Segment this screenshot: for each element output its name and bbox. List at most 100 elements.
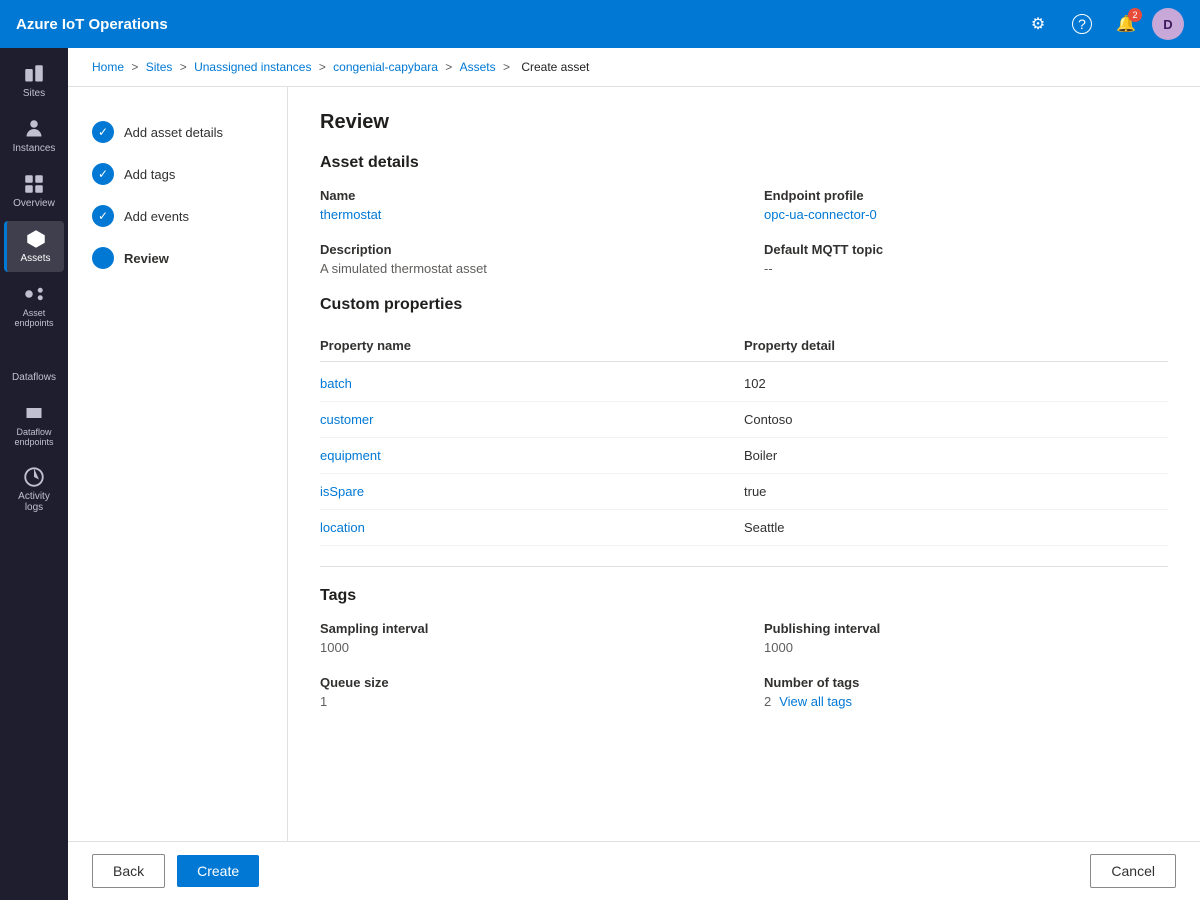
- page-body: Add asset details Add tags Add events Re…: [68, 87, 1200, 841]
- step-circle-add-tags: [92, 163, 114, 185]
- endpoint-profile-label: Endpoint profile: [764, 188, 1168, 203]
- property-name-cell: batch: [320, 376, 744, 391]
- custom-properties-rows: batch 102 customer Contoso equipment Boi…: [320, 366, 1168, 546]
- queue-size-value: 1: [320, 694, 724, 709]
- avatar-letter: D: [1163, 17, 1172, 32]
- property-detail-cell: Contoso: [744, 412, 1168, 427]
- description-label: Description: [320, 242, 724, 257]
- tags-title: Tags: [320, 587, 1168, 605]
- sidebar-item-instances[interactable]: Instances: [4, 111, 64, 162]
- sidebar-item-asset-endpoints[interactable]: Asset endpoints: [4, 276, 64, 336]
- description-field: Description A simulated thermostat asset: [320, 242, 724, 276]
- page-title: Review: [320, 111, 1168, 134]
- property-detail-cell: 102: [744, 376, 1168, 391]
- endpoint-profile-field: Endpoint profile opc-ua-connector-0: [764, 188, 1168, 222]
- sidebar-label-instances: Instances: [13, 143, 56, 154]
- queue-size-field: Queue size 1: [320, 675, 724, 709]
- notification-badge: 2: [1128, 8, 1142, 22]
- publishing-interval-label: Publishing interval: [764, 621, 1168, 636]
- table-row: customer Contoso: [320, 402, 1168, 438]
- sidebar-item-sites[interactable]: Sites: [4, 56, 64, 107]
- sidebar-label-asset-endpoints: Asset endpoints: [8, 308, 60, 328]
- review-panel: Review Asset details Name thermostat End…: [288, 87, 1200, 841]
- steps-panel: Add asset details Add tags Add events Re…: [68, 87, 288, 841]
- description-value: A simulated thermostat asset: [320, 261, 724, 276]
- number-of-tags-label: Number of tags: [764, 675, 1168, 690]
- cancel-button[interactable]: Cancel: [1090, 854, 1176, 888]
- back-button[interactable]: Back: [92, 854, 165, 888]
- property-name-header: Property name: [320, 338, 744, 353]
- sampling-interval-label: Sampling interval: [320, 621, 724, 636]
- breadcrumb-home[interactable]: Home: [92, 60, 124, 74]
- name-field: Name thermostat: [320, 188, 724, 222]
- breadcrumb-sites[interactable]: Sites: [146, 60, 173, 74]
- view-all-tags-link[interactable]: View all tags: [779, 694, 852, 709]
- nav-icons: ⚙ ? 🔔 2 D: [1020, 6, 1184, 42]
- step-add-events[interactable]: Add events: [84, 195, 271, 237]
- settings-button[interactable]: ⚙: [1020, 6, 1056, 42]
- asset-endpoints-icon: [24, 284, 44, 304]
- number-of-tags-field: Number of tags 2 View all tags: [764, 675, 1168, 709]
- property-detail-cell: true: [744, 484, 1168, 499]
- property-detail-cell: Boiler: [744, 448, 1168, 463]
- main-layout: Sites Instances Overview Assets Asset en…: [0, 48, 1200, 900]
- step-label-review: Review: [124, 251, 169, 266]
- sidebar-item-activity-logs[interactable]: Activity logs: [4, 459, 64, 521]
- top-nav: Azure IoT Operations ⚙ ? 🔔 2 D: [0, 0, 1200, 48]
- sidebar-item-overview[interactable]: Overview: [4, 166, 64, 217]
- content-area: Home > Sites > Unassigned instances > co…: [68, 48, 1200, 900]
- breadcrumb-assets[interactable]: Assets: [460, 60, 496, 74]
- breadcrumb-unassigned-instances[interactable]: Unassigned instances: [194, 60, 311, 74]
- sidebar-label-overview: Overview: [13, 198, 55, 209]
- default-mqtt-topic-value: --: [764, 261, 1168, 276]
- custom-properties-header: Property name Property detail: [320, 330, 1168, 362]
- table-row: batch 102: [320, 366, 1168, 402]
- default-mqtt-topic-label: Default MQTT topic: [764, 242, 1168, 257]
- property-name-cell: location: [320, 520, 744, 535]
- number-of-tags-value: 2: [764, 694, 771, 709]
- breadcrumb-congenial-capybara[interactable]: congenial-capybara: [333, 60, 438, 74]
- sampling-interval-value: 1000: [320, 640, 724, 655]
- step-label-add-tags: Add tags: [124, 167, 175, 182]
- name-value: thermostat: [320, 207, 724, 222]
- property-detail-cell: Seattle: [744, 520, 1168, 535]
- table-row: location Seattle: [320, 510, 1168, 546]
- step-label-add-asset-details: Add asset details: [124, 125, 223, 140]
- sidebar-label-activity-logs: Activity logs: [8, 491, 60, 513]
- sampling-interval-field: Sampling interval 1000: [320, 621, 724, 655]
- publishing-interval-field: Publishing interval 1000: [764, 621, 1168, 655]
- sites-icon: [24, 64, 44, 84]
- section-divider: [320, 566, 1168, 567]
- notifications-button[interactable]: 🔔 2: [1108, 6, 1144, 42]
- table-row: isSpare true: [320, 474, 1168, 510]
- custom-properties-title: Custom properties: [320, 296, 1168, 314]
- sidebar-label-assets: Assets: [20, 253, 50, 264]
- help-button[interactable]: ?: [1064, 6, 1100, 42]
- breadcrumb-current: Create asset: [521, 60, 589, 74]
- sidebar-item-dataflows[interactable]: Dataflows: [4, 340, 64, 391]
- help-icon: ?: [1072, 14, 1092, 34]
- step-add-asset-details[interactable]: Add asset details: [84, 111, 271, 153]
- step-circle-add-asset-details: [92, 121, 114, 143]
- breadcrumb: Home > Sites > Unassigned instances > co…: [68, 48, 1200, 87]
- create-button[interactable]: Create: [177, 855, 259, 887]
- sidebar-item-dataflow-endpoints[interactable]: Dataflow endpoints: [4, 395, 64, 455]
- activity-logs-icon: [24, 467, 44, 487]
- default-mqtt-topic-field: Default MQTT topic --: [764, 242, 1168, 276]
- sidebar: Sites Instances Overview Assets Asset en…: [0, 48, 68, 900]
- assets-icon: [26, 229, 46, 249]
- step-add-tags[interactable]: Add tags: [84, 153, 271, 195]
- step-label-add-events: Add events: [124, 209, 189, 224]
- sidebar-label-dataflow-endpoints: Dataflow endpoints: [8, 427, 60, 447]
- property-name-cell: isSpare: [320, 484, 744, 499]
- asset-details-title: Asset details: [320, 154, 1168, 172]
- user-avatar[interactable]: D: [1152, 8, 1184, 40]
- overview-icon: [24, 174, 44, 194]
- publishing-interval-value: 1000: [764, 640, 1168, 655]
- sidebar-item-assets[interactable]: Assets: [4, 221, 64, 272]
- settings-icon: ⚙: [1031, 14, 1045, 34]
- step-review[interactable]: Review: [84, 237, 271, 279]
- property-name-cell: customer: [320, 412, 744, 427]
- endpoint-profile-value: opc-ua-connector-0: [764, 207, 1168, 222]
- tags-details-grid: Sampling interval 1000 Publishing interv…: [320, 621, 1168, 709]
